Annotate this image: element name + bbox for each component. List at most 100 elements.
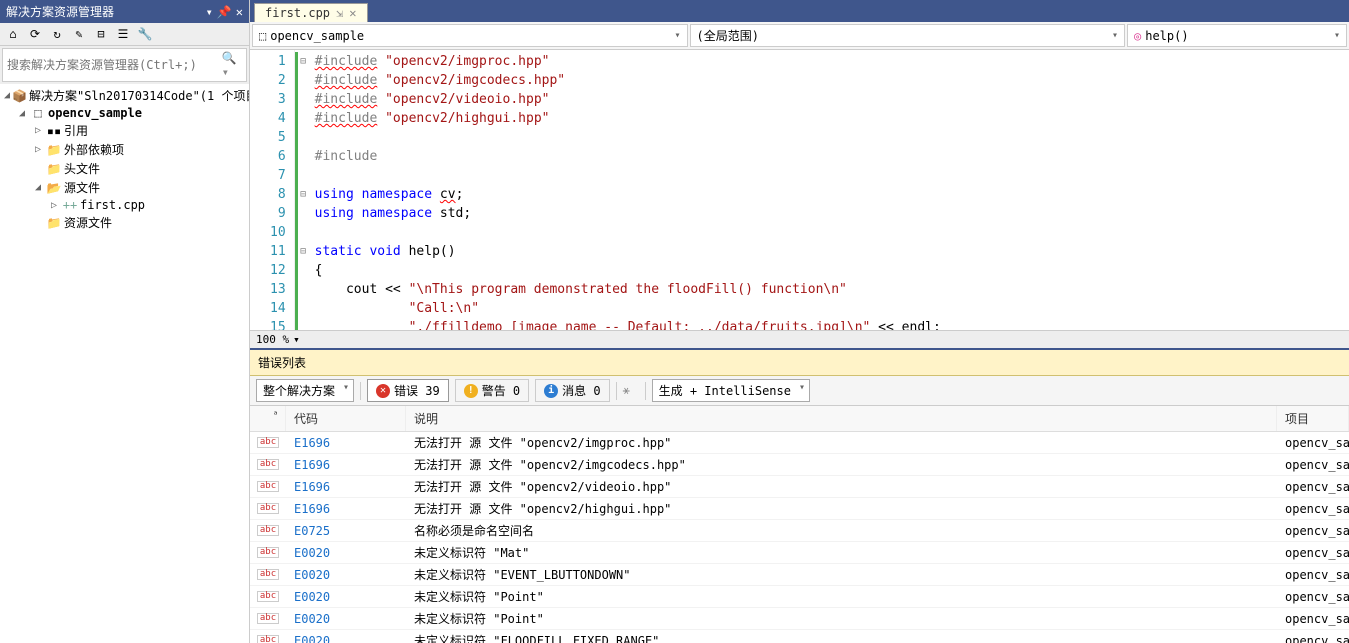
solution-search[interactable]: 🔍▾ <box>2 48 247 82</box>
home-icon[interactable]: ⌂ <box>4 25 22 43</box>
props-icon[interactable]: ☰ <box>114 25 132 43</box>
sync-icon[interactable]: ⟳ <box>26 25 44 43</box>
warnings-button[interactable]: ! 警告 0 <box>455 379 529 402</box>
error-row[interactable]: abcE1696无法打开 源 文件 "opencv2/highgui.hpp"o… <box>250 498 1349 520</box>
tab-firstcpp[interactable]: first.cpp ⇲ ✕ <box>254 3 368 22</box>
abc-icon: abc <box>257 503 279 514</box>
proj-column-header[interactable]: 项目 <box>1277 406 1349 431</box>
scope-dropdown[interactable]: (全局范围) ▾ <box>690 24 1126 47</box>
abc-icon: abc <box>257 459 279 470</box>
folder-icon: 📁 <box>46 216 62 230</box>
solution-root[interactable]: ◢ 📦 解决方案"Sln20170314Code"(1 个项目 <box>0 86 249 105</box>
source-dropdown[interactable]: 生成 + IntelliSense <box>652 379 810 402</box>
pin-tab-icon[interactable]: ⇲ <box>336 6 343 20</box>
expand-icon[interactable]: ◢ <box>32 182 44 193</box>
scope-label: 整个解决方案 <box>263 384 335 398</box>
error-proj: opencv_sa <box>1277 544 1349 562</box>
error-desc: 未定义标识符 "Point" <box>406 586 1277 607</box>
error-row[interactable]: abcE1696无法打开 源 文件 "opencv2/imgcodecs.hpp… <box>250 454 1349 476</box>
error-row[interactable]: abcE0020未定义标识符 "EVENT_LBUTTONDOWN"opencv… <box>250 564 1349 586</box>
error-desc: 名称必须是命名空间名 <box>406 520 1277 541</box>
abc-icon: abc <box>257 613 279 624</box>
headers-node[interactable]: 📁 头文件 <box>0 159 249 178</box>
warning-icon: ! <box>464 384 478 398</box>
error-row[interactable]: abc E0725名称必须是命名空间名opencv_sa <box>250 520 1349 542</box>
errors-button[interactable]: ✕ 错误 39 <box>367 379 449 402</box>
error-row[interactable]: abcE0020未定义标识符 "Mat"opencv_sa <box>250 542 1349 564</box>
abc-icon: abc <box>257 635 279 643</box>
close-tab-icon[interactable]: ✕ <box>349 6 356 20</box>
error-row[interactable]: abcE1696无法打开 源 文件 "opencv2/videoio.hpp"o… <box>250 476 1349 498</box>
solution-search-input[interactable] <box>7 58 222 72</box>
expand-icon[interactable]: ▷ <box>32 144 44 155</box>
error-row[interactable]: abcE1696无法打开 源 文件 "opencv2/imgproc.hpp"o… <box>250 432 1349 454</box>
abc-icon: abc <box>257 591 279 602</box>
dropdown-icon: ▾ <box>674 30 680 41</box>
references-node[interactable]: ▷ ▪▪ 引用 <box>0 121 249 140</box>
solution-explorer-title-text: 解决方案资源管理器 <box>6 3 114 20</box>
file-firstcpp[interactable]: ▷ ++ first.cpp <box>0 197 249 213</box>
error-row[interactable]: abcE0020未定义标识符 "FLOODFILL_FIXED_RANGE"op… <box>250 630 1349 643</box>
error-proj: opencv_sa <box>1277 632 1349 643</box>
messages-count: 消息 0 <box>562 382 600 399</box>
expand-icon[interactable]: ◢ <box>4 90 10 101</box>
pin-icon[interactable]: 📌 <box>217 5 232 19</box>
error-code: E0020 <box>286 566 406 584</box>
dropdown-icon: ▾ <box>1334 30 1340 41</box>
resources-node[interactable]: 📁 资源文件 <box>0 213 249 232</box>
icon-column-header[interactable]: ᵃ <box>250 406 286 431</box>
expand-icon[interactable]: ◢ <box>16 108 28 119</box>
blank-icon <box>32 163 44 174</box>
zoom-dropdown-icon[interactable]: ▾ <box>293 333 300 346</box>
error-table-header: ᵃ 代码 说明 项目 <box>250 406 1349 432</box>
folder-icon: 📂 <box>46 181 62 195</box>
error-row[interactable]: abcE0020未定义标识符 "Point"opencv_sa <box>250 608 1349 630</box>
error-row[interactable]: abcE0020未定义标识符 "Point"opencv_sa <box>250 586 1349 608</box>
abc-icon: abc <box>257 569 279 580</box>
error-code: E0020 <box>286 588 406 606</box>
code-editor[interactable]: 123456789101112131415 ⊟#include "opencv2… <box>250 50 1349 330</box>
close-icon[interactable]: ✕ <box>236 5 243 19</box>
abc-icon: abc <box>257 525 279 536</box>
function-dropdown[interactable]: ◎ help() ▾ <box>1127 24 1347 47</box>
error-proj: opencv_sa <box>1277 522 1349 540</box>
dropdown-icon[interactable]: ▾ <box>206 5 213 19</box>
project-node[interactable]: ◢ ⬚ opencv_sample <box>0 105 249 121</box>
error-icon: ✕ <box>376 384 390 398</box>
error-proj: opencv_sa <box>1277 500 1349 518</box>
error-code: E0020 <box>286 544 406 562</box>
external-deps-node[interactable]: ▷ 📁 外部依赖项 <box>0 140 249 159</box>
cpp-file-icon: ++ <box>62 198 78 212</box>
wrench-icon[interactable]: 🔧 <box>136 25 154 43</box>
brush-icon[interactable]: ✎ <box>70 25 88 43</box>
collapse-icon[interactable]: ⊟ <box>92 25 110 43</box>
error-desc: 未定义标识符 "EVENT_LBUTTONDOWN" <box>406 564 1277 585</box>
project-label: opencv_sample <box>48 106 142 120</box>
code-column-header[interactable]: 代码 <box>286 406 406 431</box>
headers-label: 头文件 <box>64 160 100 177</box>
search-dropdown-icon[interactable]: 🔍▾ <box>222 51 242 79</box>
project-dropdown[interactable]: ⬚ opencv_sample ▾ <box>252 24 688 47</box>
expand-icon[interactable]: ▷ <box>48 200 60 211</box>
scope-dropdown[interactable]: 整个解决方案 <box>256 379 354 402</box>
error-code: E0020 <box>286 610 406 628</box>
code-content[interactable]: ⊟#include "opencv2/imgproc.hpp"#include … <box>295 50 1349 330</box>
error-code: E0725 <box>286 522 406 540</box>
file-label: first.cpp <box>80 198 145 212</box>
zoom-bar: 100 % ▾ <box>250 330 1349 348</box>
refresh-icon[interactable]: ↻ <box>48 25 66 43</box>
solution-icon: 📦 <box>12 89 27 103</box>
project-crumb-label: opencv_sample <box>270 29 364 43</box>
expand-icon[interactable]: ▷ <box>32 125 44 136</box>
abc-icon: abc <box>257 437 279 448</box>
error-proj: opencv_sa <box>1277 434 1349 452</box>
editor-area: first.cpp ⇲ ✕ ⬚ opencv_sample ▾ (全局范围) ▾… <box>250 0 1349 643</box>
tab-label: first.cpp <box>265 6 330 20</box>
desc-column-header[interactable]: 说明 <box>406 406 1277 431</box>
dropdown-icon: ▾ <box>1112 30 1118 41</box>
messages-button[interactable]: i 消息 0 <box>535 379 609 402</box>
error-list-toolbar: 整个解决方案 ✕ 错误 39 ! 警告 0 i 消息 0 ⚹ 生成 + Inte… <box>250 376 1349 406</box>
filter-icon[interactable]: ⚹ <box>623 383 639 399</box>
sources-node[interactable]: ◢ 📂 源文件 <box>0 178 249 197</box>
warnings-count: 警告 0 <box>482 382 520 399</box>
